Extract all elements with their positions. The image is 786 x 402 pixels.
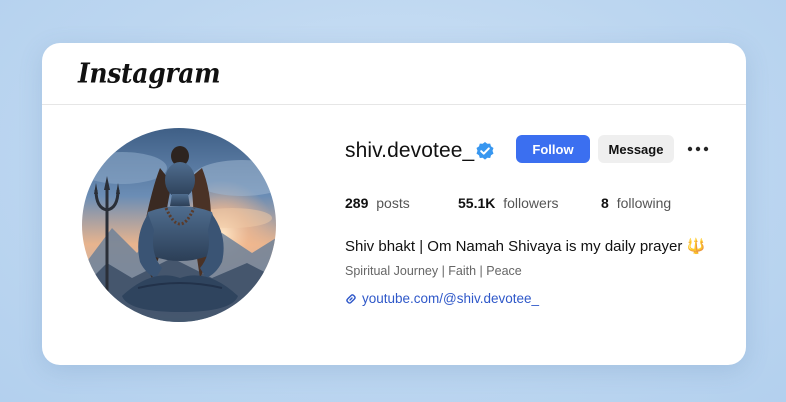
app-header: Instagram	[42, 43, 746, 105]
followers-value: 55.1K	[458, 195, 496, 211]
posts-label: posts	[376, 195, 410, 211]
profile-photo-meditating-deity-icon	[82, 128, 276, 322]
followers-label: followers	[503, 195, 559, 211]
link-icon	[346, 294, 356, 304]
message-button[interactable]: Message	[598, 135, 674, 163]
bio-text: Shiv bhakt | Om Namah Shivaya is my dail…	[345, 238, 706, 255]
avatar[interactable]	[82, 128, 276, 322]
followers-count[interactable]: 55.1K followers	[458, 195, 559, 211]
follow-button[interactable]: Follow	[516, 135, 590, 163]
more-options-icon[interactable]	[686, 141, 710, 157]
verified-badge-icon	[476, 142, 494, 160]
following-value: 8	[601, 195, 609, 211]
following-label: following	[616, 195, 672, 211]
instagram-logo[interactable]: Instagram	[78, 58, 221, 89]
bio-tags: Spiritual Journey | Faith | Peace	[345, 264, 522, 278]
profile-card: Instagram shiv.devotee_ Follow Message 2…	[42, 43, 746, 365]
following-count[interactable]: 8 following	[601, 195, 671, 211]
posts-count: 289 posts	[345, 195, 410, 211]
profile-username: shiv.devotee_	[345, 139, 475, 162]
bio-link-text[interactable]: youtube.com/@shiv.devotee_	[362, 291, 539, 306]
posts-value: 289	[345, 195, 369, 211]
